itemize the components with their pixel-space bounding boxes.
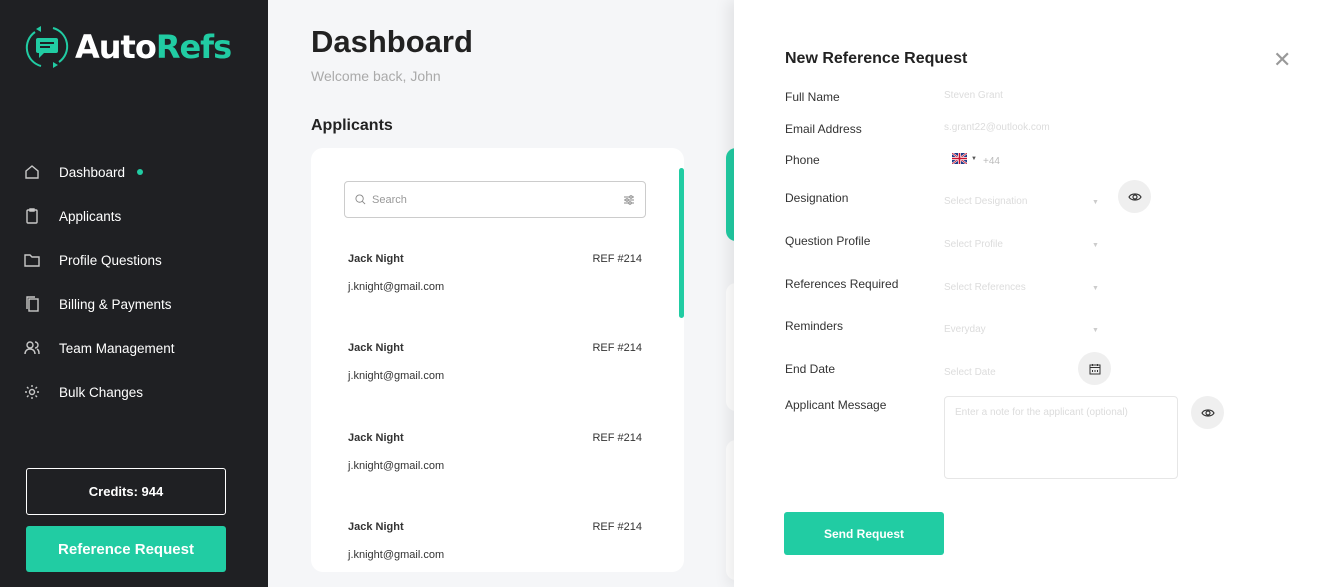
uk-flag-icon [952,153,967,164]
sidebar-item-team-management[interactable]: Team Management [24,326,175,370]
sidebar-item-label: Dashboard [59,164,126,180]
full-name-field[interactable]: Steven Grant [944,90,1003,101]
search-placeholder: Search [372,193,407,206]
applicant-email: j.knight@gmail.com [348,460,445,472]
chevron-down-icon: ▼ [1092,285,1099,292]
logo-text-b: Refs [155,28,232,66]
sidebar-item-billing[interactable]: Billing & Payments [24,282,175,326]
email-field[interactable]: s.grant22@outlook.com [944,122,1050,133]
active-indicator [137,169,144,175]
applicant-email: j.knight@gmail.com [348,549,445,561]
applicant-ref: REF #214 [592,253,642,265]
references-select[interactable]: Select References [944,282,1026,293]
scrollbar[interactable] [679,168,684,318]
users-icon [24,341,40,355]
message-label: Applicant Message [785,398,887,412]
sidebar-item-label: Applicants [59,208,122,224]
send-request-button[interactable]: Send Request [784,512,944,555]
filter-icon[interactable] [623,194,635,206]
caret-icon: ▼ [971,155,977,162]
applicant-ref: REF #214 [592,521,642,533]
sidebar-item-profile-questions[interactable]: Profile Questions [24,238,175,282]
references-label: References Required [785,277,899,291]
applicants-card: Search Jack Night REF #214 j.knight@gmail.… [311,148,684,572]
gear-icon [25,385,39,399]
applicant-email: j.knight@gmail.com [348,370,445,382]
sidebar-item-label: Billing & Payments [59,296,172,312]
search-icon [355,194,366,205]
end-date-label: End Date [785,362,836,376]
home-icon [25,165,39,179]
sidebar-item-label: Profile Questions [59,252,162,268]
sidebar: AutoRefs Dashboard Applicants Profile Qu… [0,0,268,587]
copy-icon [26,296,39,312]
designation-select[interactable]: Select Designation [944,196,1027,207]
chevron-down-icon: ▼ [1092,327,1099,334]
sidebar-item-label: Team Management [59,340,175,356]
page-title: Dashboard [311,24,473,59]
question-profile-label: Question Profile [785,234,871,248]
message-textarea[interactable]: Enter a note for the applicant (optional… [944,396,1178,479]
reminders-label: Reminders [785,319,844,333]
applicant-ref: REF #214 [592,432,642,444]
chevron-down-icon: ▼ [1092,242,1099,249]
sidebar-item-label: Bulk Changes [59,384,144,400]
calendar-icon[interactable] [1078,352,1111,385]
clipboard-icon [26,208,38,224]
email-label: Email Address [785,122,862,136]
sidebar-nav: Dashboard Applicants Profile Questions B… [24,150,175,414]
applicants-heading: Applicants [311,117,393,134]
phone-field[interactable]: +44 [983,156,1000,167]
close-icon[interactable]: ✕ [1273,47,1291,73]
applicant-ref: REF #214 [592,342,642,354]
designation-label: Designation [785,191,849,205]
drawer-title: New Reference Request [785,50,968,67]
sidebar-item-bulk-changes[interactable]: Bulk Changes [24,370,175,414]
question-profile-select[interactable]: Select Profile [944,239,1003,250]
full-name-label: Full Name [785,90,840,104]
credits-display[interactable]: Credits: 944 [26,468,226,515]
list-item[interactable]: Jack Night REF #214 j.knight@gmail.com [348,342,642,382]
welcome-text: Welcome back, John [311,68,441,84]
logo-icon [25,26,69,68]
reference-request-button[interactable]: Reference Request [26,526,226,572]
search-input[interactable]: Search [344,181,646,218]
eye-icon[interactable] [1118,180,1151,213]
list-item[interactable]: Jack Night REF #214 j.knight@gmail.com [348,253,642,293]
country-select[interactable]: ▼ [952,153,977,164]
sidebar-item-applicants[interactable]: Applicants [24,194,175,238]
logo: AutoRefs [25,24,232,70]
list-item[interactable]: Jack Night REF #214 j.knight@gmail.com [348,521,642,561]
end-date-field[interactable]: Select Date [944,367,996,378]
phone-label: Phone [785,153,820,167]
folder-icon [24,254,40,267]
logo-text-a: Auto [75,28,157,66]
list-item[interactable]: Jack Night REF #214 j.knight@gmail.com [348,432,642,472]
reminders-select[interactable]: Everyday [944,324,986,335]
eye-icon[interactable] [1191,396,1224,429]
applicant-email: j.knight@gmail.com [348,281,445,293]
new-reference-drawer: New Reference Request ✕ Full Name Steven… [734,0,1328,587]
chevron-down-icon: ▼ [1092,199,1099,206]
sidebar-item-dashboard[interactable]: Dashboard [24,150,175,194]
